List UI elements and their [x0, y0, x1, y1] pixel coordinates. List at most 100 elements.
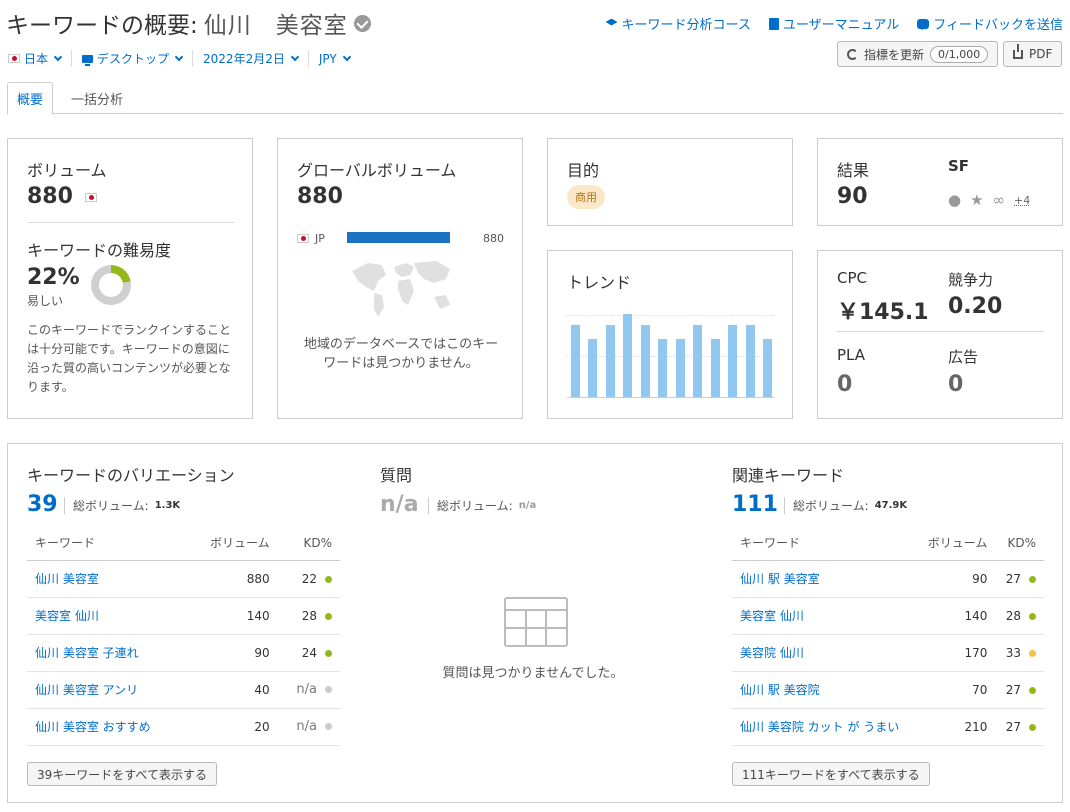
kd-cell: n/a: [277, 671, 340, 709]
trend-bar: [605, 324, 615, 397]
kd-value: 27: [1005, 719, 1021, 734]
currency-filter[interactable]: JPY: [319, 52, 360, 66]
variations-show-all-button[interactable]: 39キーワードをすべて表示する: [27, 762, 217, 786]
questions-total-value: n/a: [518, 500, 537, 511]
keyword-link[interactable]: 美容室 仙川: [732, 597, 916, 635]
trend-chart: [567, 314, 774, 398]
trend-bar: [658, 338, 668, 397]
chevron-down-icon: [174, 52, 184, 62]
course-link[interactable]: キーワード分析コース: [605, 14, 751, 33]
table-row: 美容院 仙川 170 33: [732, 634, 1044, 672]
variations-table: キーワード ボリューム KD% 仙川 美容室 880 22 美容室 仙川 140 28 仙川…: [27, 526, 340, 746]
world-map-icon: [352, 261, 450, 317]
related-show-all-button[interactable]: 111キーワードをすべて表示する: [732, 762, 930, 786]
link-icon: ∞: [992, 191, 1006, 209]
volume-cell: 70: [916, 671, 996, 709]
device-filter[interactable]: デスクトップ: [82, 50, 194, 67]
manual-link[interactable]: ユーザーマニュアル: [768, 14, 900, 33]
course-link-label: キーワード分析コース: [621, 18, 751, 33]
tab-bulk-analysis[interactable]: 一括分析: [62, 82, 132, 114]
keyword-link[interactable]: 仙川 美容室 アンリ: [27, 671, 187, 709]
keyword-link[interactable]: 仙川 美容院 カット が うまい: [732, 708, 916, 746]
volume-number: 880: [27, 184, 73, 209]
tab-bar: 概要 一括分析: [7, 82, 1063, 115]
questions-total-label: 総ボリューム:: [437, 499, 513, 513]
refresh-icon: [847, 48, 858, 60]
kd-cell: 22: [277, 560, 340, 598]
kd-cell: 28: [995, 597, 1044, 635]
date-filter[interactable]: 2022年2月2日: [203, 50, 309, 67]
keyword-link[interactable]: 仙川 美容室: [27, 560, 187, 598]
kd-indicator-dot: [1029, 723, 1036, 731]
col-keyword-header: キーワード: [732, 526, 916, 561]
keyword-link[interactable]: 仙川 美容室 子連れ: [27, 634, 187, 672]
variations-total: 総ボリューム: 1.3K: [64, 497, 180, 514]
japan-flag-icon: [8, 54, 20, 63]
table-row: 美容室 仙川 140 28: [732, 597, 1044, 635]
kd-cell: 28: [277, 597, 340, 635]
kd-value: n/a: [296, 719, 317, 734]
kd-value: 22: [301, 571, 317, 586]
kd-indicator-dot: [325, 649, 332, 657]
currency-filter-label: JPY: [318, 51, 337, 66]
feedback-link[interactable]: フィードバックを送信: [917, 14, 1063, 33]
keyword-link[interactable]: 仙川 駅 美容室: [732, 560, 916, 598]
table-row: 仙川 美容室 アンリ 40 n/a: [27, 671, 340, 709]
update-metrics-label: 指標を更新: [864, 47, 925, 62]
kd-indicator-dot: [325, 612, 332, 620]
manual-link-label: ユーザーマニュアル: [782, 18, 900, 33]
keyword-link[interactable]: 美容室 仙川: [27, 597, 187, 635]
results-card: 結果 90 SF ● ★ ∞ +4: [817, 138, 1063, 226]
table-row: 仙川 駅 美容院 70 27: [732, 671, 1044, 709]
kd-value: 28: [1005, 608, 1021, 623]
intent-card: 目的 商用: [547, 138, 793, 226]
cpc-label: CPC: [837, 269, 867, 287]
feedback-link-label: フィードバックを送信: [933, 18, 1063, 33]
cpc-value: ￥145.1: [837, 300, 929, 325]
keyword-link[interactable]: 美容院 仙川: [732, 634, 916, 672]
country-row: JP: [297, 232, 325, 245]
related-total-value: 47.9K: [874, 500, 908, 511]
graduation-cap-icon: [605, 18, 618, 26]
pla-label: PLA: [837, 346, 866, 364]
keyword-link[interactable]: 仙川 美容室 おすすめ: [27, 708, 187, 746]
book-icon: [768, 17, 779, 30]
kd-indicator-dot: [325, 723, 332, 730]
pdf-export-button[interactable]: PDF: [1003, 41, 1063, 67]
star-icon: ★: [970, 191, 984, 209]
table-row: 美容室 仙川 140 28: [27, 597, 340, 635]
sf-more[interactable]: +4: [1014, 194, 1030, 207]
kd-value: 24: [301, 645, 317, 660]
keyword-link[interactable]: 仙川 駅 美容院: [732, 671, 916, 709]
tab-overview[interactable]: 概要: [7, 82, 54, 115]
desktop-icon: [82, 54, 94, 66]
country-filter[interactable]: 日本: [8, 50, 73, 67]
volume-cell: 880: [186, 560, 278, 598]
kd-cell: 27: [995, 671, 1044, 709]
page-title-keyword: 仙川 美容室: [203, 13, 348, 39]
trend-bar: [710, 338, 720, 397]
col-keyword-header: キーワード: [27, 526, 187, 561]
volume-title: ボリューム: [27, 161, 107, 180]
kd-value: n/a: [296, 682, 317, 697]
pdf-export-label: PDF: [1029, 47, 1053, 61]
japan-flag-icon: [84, 192, 97, 202]
volume-cell: 140: [186, 597, 278, 635]
speech-bubble-icon: [917, 18, 930, 30]
related-title: 関連キーワード: [732, 466, 845, 485]
col-kd-header: KD%: [995, 526, 1044, 561]
volume-card: ボリューム 880 キーワードの難易度 22% 易しい このキーワードでランクイ…: [7, 138, 253, 419]
global-volume-empty-message: 地域のデータベースではこのキーワードは見つかりません。: [303, 337, 499, 371]
kd-description: このキーワードでランクインすることは十分可能です。キーワードの意図に沿った質の高…: [27, 323, 232, 394]
kd-indicator-dot: [1029, 649, 1036, 657]
variations-count[interactable]: 39: [27, 492, 58, 517]
col-kd-header: KD%: [277, 526, 340, 561]
update-metrics-button[interactable]: 指標を更新 0/1,000: [837, 41, 999, 67]
related-total-label: 総ボリューム:: [793, 499, 869, 513]
kd-value: 28: [301, 608, 317, 623]
chevron-down-icon: [290, 52, 300, 62]
kd-value: 27: [1005, 571, 1021, 586]
table-row: 仙川 美容室 子連れ 90 24: [27, 634, 340, 672]
related-count[interactable]: 111: [732, 492, 778, 517]
trend-card: トレンド: [547, 250, 793, 419]
